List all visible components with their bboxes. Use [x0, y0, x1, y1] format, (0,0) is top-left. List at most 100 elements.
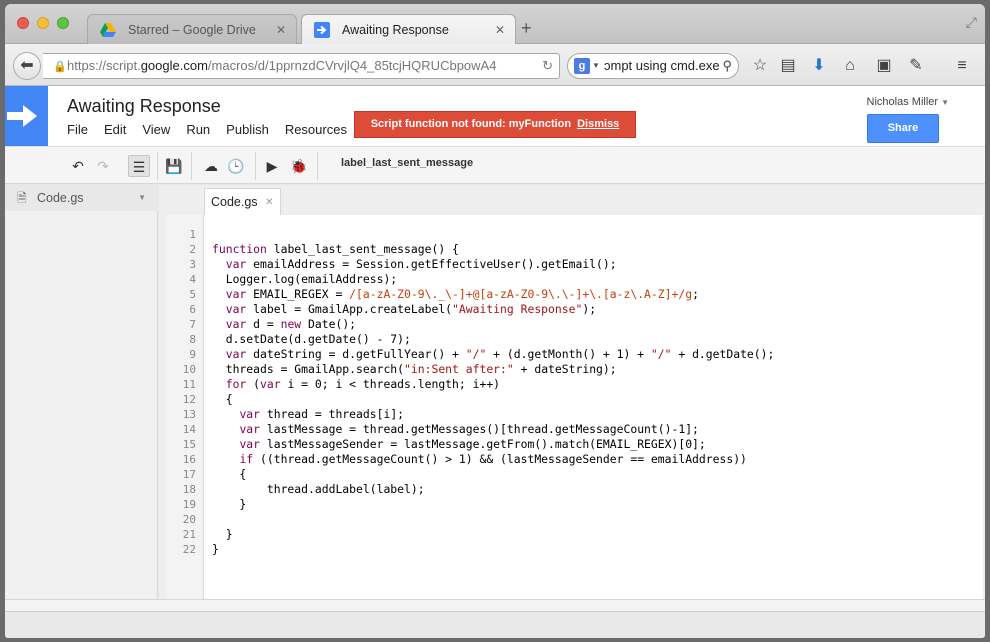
- toolbar-divider: [317, 152, 318, 180]
- line-number: 14: [182, 423, 196, 436]
- line-number: 6: [189, 303, 196, 316]
- tab-awaiting-response[interactable]: Awaiting Response ✕: [301, 14, 516, 44]
- bookmark-star-icon[interactable]: ☆: [749, 55, 771, 77]
- line-number: 20: [182, 513, 196, 526]
- triggers-clock-icon[interactable]: 🕒: [225, 155, 247, 177]
- menu-resources[interactable]: Resources: [285, 122, 347, 137]
- code-line: var emailAddress = Session.getEffectiveU…: [225, 257, 617, 271]
- debug-bug-icon[interactable]: 🐞: [288, 155, 310, 177]
- user-account[interactable]: Nicholas Miller ▼: [867, 96, 949, 108]
- menu-run[interactable]: Run: [186, 122, 210, 137]
- line-number: 19: [182, 498, 196, 511]
- line-number: 7: [189, 318, 196, 331]
- bookmarks-list-icon[interactable]: ▤: [777, 55, 799, 77]
- undo-icon[interactable]: ↶: [67, 155, 89, 177]
- code-line: {: [212, 392, 233, 406]
- reload-icon[interactable]: ↻: [542, 54, 553, 78]
- menu-publish[interactable]: Publish: [226, 122, 269, 137]
- run-icon[interactable]: ▶: [261, 155, 283, 177]
- toolbar-divider: [191, 152, 192, 180]
- deploy-cloud-icon[interactable]: ☁: [200, 155, 222, 177]
- code-line: Logger.log(emailAddress);: [212, 272, 398, 286]
- editor-tab-code-gs[interactable]: Code.gs ✕: [204, 188, 281, 215]
- menu-view[interactable]: View: [142, 122, 170, 137]
- code-line: var dateString = d.getFullYear() + "/" +…: [225, 347, 775, 361]
- alert-message: Script function not found: myFunction: [370, 118, 572, 130]
- tab-starred-drive[interactable]: Starred – Google Drive ✕: [87, 14, 297, 44]
- file-icon: 🗎: [17, 191, 27, 205]
- search-input-text: ɔmpt using cmd.exe: [604, 58, 720, 73]
- code-line: thread.addLabel(label);: [212, 482, 425, 496]
- editor-toolbar: ↶ ↷ ☰ 💾 ☁ 🕒 ▶ 🐞 label_last_sent_message: [5, 146, 985, 184]
- close-tab-icon[interactable]: ✕: [495, 15, 505, 45]
- chevron-down-icon: ▼: [941, 98, 949, 107]
- line-number: 4: [189, 273, 196, 286]
- line-number: 9: [189, 348, 196, 361]
- downloads-icon[interactable]: ⬇: [808, 55, 830, 77]
- minimize-window-button[interactable]: [37, 17, 49, 29]
- back-button[interactable]: ⬅: [13, 52, 41, 80]
- line-number: 21: [182, 528, 196, 541]
- tab-bar: Starred – Google Drive ✕ Awaiting Respon…: [5, 4, 985, 44]
- apps-script-logo[interactable]: [5, 86, 48, 146]
- line-number: 22: [182, 543, 196, 556]
- chevron-down-icon[interactable]: ▼: [592, 54, 600, 78]
- code-line: function label_last_sent_message() {: [212, 242, 459, 256]
- app-header: Awaiting Response File Edit View Run Pub…: [5, 86, 985, 146]
- close-tab-icon[interactable]: ✕: [265, 189, 273, 216]
- code-line: var lastMessage = thread.getMessages()[t…: [239, 422, 699, 436]
- search-icon[interactable]: ⚲: [722, 54, 732, 78]
- google-search-engine-icon[interactable]: g: [574, 58, 590, 74]
- line-number: 1: [189, 228, 196, 241]
- line-number: 10: [182, 363, 196, 376]
- code-line: var EMAIL_REGEX = /[a-zA-Z0-9\._\-]+@[a-…: [225, 287, 699, 301]
- line-number: 11: [182, 378, 196, 391]
- line-number: 15: [182, 438, 196, 451]
- line-number: 2: [189, 243, 196, 256]
- editor-tab-label: Code.gs: [211, 195, 258, 209]
- menu-icon[interactable]: ≡: [951, 55, 973, 77]
- code-line: var lastMessageSender = lastMessage.getF…: [239, 437, 706, 451]
- apps-script-icon: [314, 22, 330, 38]
- redo-icon[interactable]: ↷: [92, 155, 114, 177]
- tab-label: Awaiting Response: [342, 23, 449, 37]
- code-line: if ((thread.getMessageCount() > 1) && (l…: [239, 452, 747, 466]
- toolbar-divider: [157, 152, 158, 180]
- file-name: Code.gs: [37, 191, 84, 205]
- share-button[interactable]: Share: [867, 114, 939, 143]
- code-line: var thread = threads[i];: [239, 407, 405, 421]
- code-line: d.setDate(d.getDate() - 7);: [212, 332, 411, 346]
- search-field[interactable]: g ▼ ɔmpt using cmd.exe ⚲: [567, 53, 739, 79]
- indent-icon[interactable]: ☰: [128, 155, 150, 177]
- new-tab-button[interactable]: +: [521, 18, 532, 38]
- close-tab-icon[interactable]: ✕: [276, 15, 286, 45]
- file-item-code-gs[interactable]: 🗎 Code.gs ▼: [5, 185, 158, 211]
- menu-edit[interactable]: Edit: [104, 122, 126, 137]
- zoom-window-button[interactable]: [57, 17, 69, 29]
- code-editor[interactable]: function label_last_sent_message() { var…: [204, 215, 983, 599]
- extension-icon[interactable]: ▣: [873, 55, 895, 77]
- home-icon[interactable]: ⌂: [839, 55, 861, 77]
- dismiss-link[interactable]: Dismiss: [577, 118, 619, 130]
- url-bar[interactable]: 🔒https://script.google.com/macros/d/1ppr…: [43, 53, 560, 79]
- function-select[interactable]: label_last_sent_message: [341, 157, 473, 169]
- fullscreen-icon[interactable]: ⤢: [966, 14, 977, 31]
- close-window-button[interactable]: [17, 17, 29, 29]
- line-number: 17: [182, 468, 196, 481]
- browser-window: Starred – Google Drive ✕ Awaiting Respon…: [5, 4, 985, 638]
- save-icon[interactable]: 💾: [163, 155, 185, 177]
- lock-icon: 🔒: [53, 61, 67, 73]
- menu-file[interactable]: File: [67, 122, 88, 137]
- line-number: 3: [189, 258, 196, 271]
- extension-notepad-icon[interactable]: ✎: [905, 55, 927, 77]
- line-number: 13: [182, 408, 196, 421]
- chevron-down-icon[interactable]: ▼: [138, 185, 146, 211]
- google-drive-icon: [100, 23, 116, 37]
- tab-label: Starred – Google Drive: [128, 23, 256, 37]
- line-number: 5: [189, 288, 196, 301]
- user-name: Nicholas Miller: [866, 96, 939, 108]
- project-title[interactable]: Awaiting Response: [67, 96, 221, 117]
- browser-bottom-bar: [5, 611, 985, 638]
- url-prefix: https://script.: [67, 58, 141, 73]
- editor-status-bar: [5, 599, 985, 611]
